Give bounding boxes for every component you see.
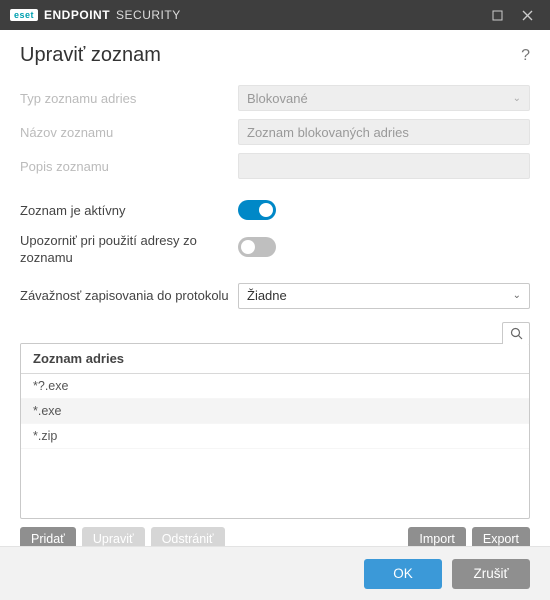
maximize-icon (492, 10, 503, 21)
search-button[interactable] (502, 322, 530, 344)
notify-label: Upozorniť pri použití adresy zo zoznamu (20, 233, 238, 267)
footer: OK Zrušiť (0, 546, 550, 600)
close-icon (522, 10, 533, 21)
brand-product-light: SECURITY (116, 8, 181, 22)
severity-select[interactable]: Žiadne ⌄ (238, 283, 530, 309)
cancel-button[interactable]: Zrušiť (452, 559, 530, 589)
titlebar: eset ENDPOINT SECURITY (0, 0, 550, 30)
page-title: Upraviť zoznam (20, 44, 521, 67)
chevron-down-icon: ⌄ (513, 93, 521, 104)
severity-value: Žiadne (247, 288, 287, 303)
list-desc-input (238, 153, 530, 179)
chevron-down-icon: ⌄ (513, 290, 521, 301)
list-type-value: Blokované (247, 91, 308, 106)
window-maximize-button[interactable] (482, 0, 512, 30)
search-icon (510, 327, 523, 340)
list-type-label: Typ zoznamu adries (20, 91, 238, 106)
address-table[interactable]: Zoznam adries *?.exe *.exe *.zip (20, 343, 530, 519)
table-row[interactable]: *.exe (21, 399, 529, 424)
list-name-label: Názov zoznamu (20, 125, 238, 140)
brand-product-strong: ENDPOINT (44, 8, 110, 22)
list-type-select: Blokované ⌄ (238, 85, 530, 111)
list-name-input: Zoznam blokovaných adries (238, 119, 530, 145)
help-button[interactable]: ? (521, 47, 530, 65)
brand-logo: eset (10, 9, 38, 21)
ok-button[interactable]: OK (364, 559, 442, 589)
notify-toggle[interactable] (238, 237, 276, 257)
list-name-value: Zoznam blokovaných adries (247, 125, 409, 140)
active-label: Zoznam je aktívny (20, 203, 238, 218)
active-toggle[interactable] (238, 200, 276, 220)
table-header: Zoznam adries (21, 344, 529, 374)
table-row[interactable]: *.zip (21, 424, 529, 449)
brand: eset ENDPOINT SECURITY (10, 8, 181, 22)
list-desc-label: Popis zoznamu (20, 159, 238, 174)
severity-label: Závažnosť zapisovania do protokolu (20, 288, 238, 303)
window-close-button[interactable] (512, 0, 542, 30)
table-row[interactable]: *?.exe (21, 374, 529, 399)
